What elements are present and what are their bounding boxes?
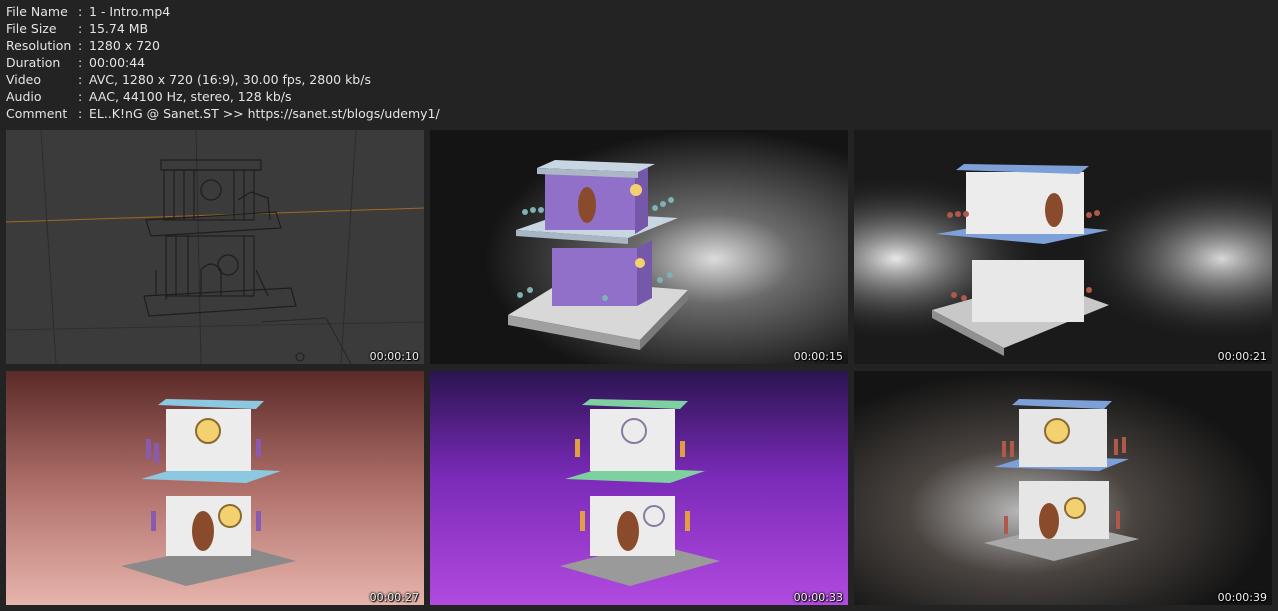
file-info-panel: File Name:1 - Intro.mp4 File Size:15.74 … [6, 3, 440, 122]
thumbnail-6[interactable]: 00:00:39 [854, 371, 1272, 605]
info-row-file-name: File Name:1 - Intro.mp4 [6, 3, 440, 20]
thumbnail-2[interactable]: 00:00:15 [430, 130, 848, 364]
info-row-audio: Audio: AAC, 44100 Hz, stereo, 128 kb/s [6, 88, 440, 105]
info-row-comment: Comment: EL..K!nG @ Sanet.ST >> https://s… [6, 105, 440, 122]
info-value: 00:00:44 [89, 55, 146, 70]
info-label: Resolution [6, 38, 72, 53]
thumbnail-timestamp: 00:00:27 [369, 591, 419, 604]
thumbnail-5[interactable]: 00:00:33 [430, 371, 848, 605]
thumbnail-timestamp: 00:00:21 [1217, 350, 1267, 363]
thumbnail-timestamp: 00:00:10 [369, 350, 419, 363]
thumbnail-timestamp: 00:00:33 [793, 591, 843, 604]
info-label: Comment [6, 106, 68, 121]
info-separator: : [78, 89, 83, 104]
info-row-video: Video: AVC, 1280 x 720 (16:9), 30.00 fps,… [6, 71, 440, 88]
violet-scene-house-frame-image [430, 371, 848, 605]
dark-scene-house-frame-image [854, 371, 1272, 605]
thumbnail-timestamp: 00:00:39 [1217, 591, 1267, 604]
info-row-file-size: File Size:15.74 MB [6, 20, 440, 37]
info-label: Audio [6, 89, 42, 104]
thumbnail-1[interactable]: 00:00:10 [6, 130, 424, 364]
pink-scene-house-frame-image [6, 371, 424, 605]
info-value: 1280 x 720 [89, 38, 161, 53]
wireframe-frame-image [6, 130, 424, 364]
info-label: Video [6, 72, 42, 87]
info-value: 15.74 MB [89, 21, 149, 36]
info-separator: : [78, 106, 83, 121]
info-label: File Name [6, 4, 68, 19]
info-value: 1 - Intro.mp4 [89, 4, 171, 19]
thumbnail-4[interactable]: 00:00:27 [6, 371, 424, 605]
thumbnail-timestamp: 00:00:15 [793, 350, 843, 363]
info-value: AVC, 1280 x 720 (16:9), 30.00 fps, 2800 … [89, 72, 371, 87]
info-row-duration: Duration:00:00:44 [6, 54, 440, 71]
purple-house-frame-image [430, 130, 848, 364]
info-row-resolution: Resolution:1280 x 720 [6, 37, 440, 54]
info-value: EL..K!nG @ Sanet.ST >> https://sanet.st/… [89, 106, 440, 121]
info-value: AAC, 44100 Hz, stereo, 128 kb/s [89, 89, 292, 104]
blue-roof-house-frame-image [854, 130, 1272, 364]
info-separator: : [78, 72, 83, 87]
info-separator: : [78, 38, 83, 53]
info-label: Duration [6, 55, 61, 70]
info-separator: : [78, 21, 83, 36]
info-label: File Size [6, 21, 57, 36]
thumbnail-3[interactable]: 00:00:21 [854, 130, 1272, 364]
info-separator: : [78, 55, 83, 70]
info-separator: : [78, 4, 83, 19]
